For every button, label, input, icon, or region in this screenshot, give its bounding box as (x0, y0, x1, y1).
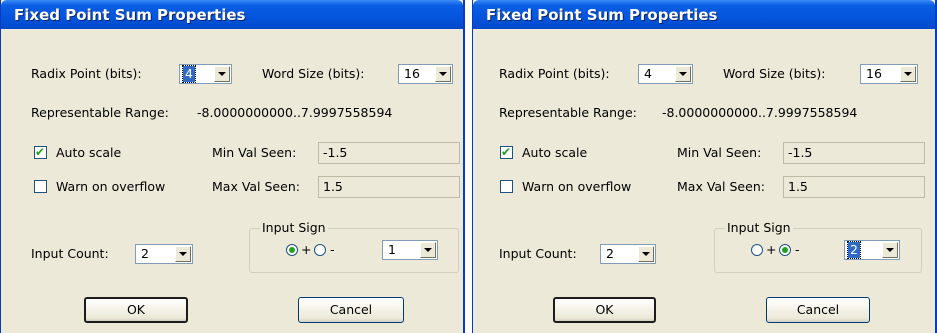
max-val-seen-field: 1.5 (783, 176, 925, 198)
plus-radio[interactable] (286, 244, 298, 256)
warn-on-overflow-label[interactable]: Warn on overflow (56, 179, 165, 195)
auto-scale-label[interactable]: Auto scale (56, 145, 121, 161)
input-count-value: 2 (606, 246, 614, 261)
minus-label: - (795, 242, 800, 257)
chevron-down-icon[interactable] (175, 246, 191, 262)
radix-point-value: 4 (644, 66, 652, 81)
chevron-down-icon[interactable] (900, 66, 916, 82)
ok-button[interactable]: OK (84, 297, 188, 323)
word-size-label: Word Size (bits): (723, 66, 826, 81)
auto-scale-checkbox[interactable]: ✔ (500, 145, 513, 159)
dialog-title: Fixed Point Sum Properties (486, 6, 718, 24)
auto-scale-checkbox[interactable]: ✔ (34, 145, 47, 159)
chevron-down-icon[interactable] (214, 66, 230, 82)
input-count-value: 2 (141, 246, 149, 261)
input-count-label: Input Count: (31, 246, 109, 261)
input-sign-group: Input Sign + - 2 (714, 220, 922, 273)
warn-on-overflow-checkbox[interactable] (34, 180, 47, 193)
min-val-seen-label: Min Val Seen: (677, 145, 762, 160)
check-mark-icon: ✔ (35, 145, 46, 159)
sign-input-value: 2 (847, 241, 861, 259)
radix-point-value: 4 (182, 65, 196, 83)
word-size-combo[interactable]: 16 (398, 64, 453, 84)
min-val-seen-field: -1.5 (783, 142, 925, 164)
warn-on-overflow-label[interactable]: Warn on overflow (522, 179, 631, 195)
title-bar[interactable]: Fixed Point Sum Properties (1, 0, 463, 29)
cancel-button[interactable]: Cancel (766, 297, 870, 323)
word-size-combo[interactable]: 16 (860, 64, 918, 84)
check-mark-icon: ✔ (501, 145, 512, 159)
input-count-combo[interactable]: 2 (135, 244, 193, 264)
fixed-point-sum-dialog: Fixed Point Sum Properties Radix Point (… (472, 0, 937, 333)
representable-range-label: Representable Range: (499, 105, 637, 120)
min-val-seen-field: -1.5 (318, 142, 460, 164)
chevron-down-icon[interactable] (420, 242, 436, 258)
radix-point-label: Radix Point (bits): (499, 66, 610, 81)
minus-radio[interactable] (314, 244, 326, 256)
radix-point-label: Radix Point (bits): (31, 66, 142, 81)
sign-input-value: 1 (388, 242, 396, 257)
input-sign-label: Input Sign (260, 220, 328, 236)
sign-input-combo[interactable]: 2 (844, 240, 900, 260)
ok-button[interactable]: OK (553, 297, 656, 323)
title-bar[interactable]: Fixed Point Sum Properties (473, 0, 935, 29)
word-size-value: 16 (404, 66, 420, 81)
minus-radio[interactable] (779, 244, 791, 256)
cancel-button[interactable]: Cancel (298, 297, 404, 323)
dialog-title: Fixed Point Sum Properties (14, 6, 246, 24)
max-val-seen-field: 1.5 (318, 176, 460, 198)
representable-range-label: Representable Range: (31, 105, 169, 120)
plus-label: + (766, 242, 777, 257)
representable-range-value: -8.0000000000..7.9997558594 (197, 105, 393, 120)
chevron-down-icon[interactable] (882, 242, 898, 258)
minus-label: - (330, 242, 335, 257)
chevron-down-icon[interactable] (435, 66, 451, 82)
max-val-seen-value: 1.5 (788, 179, 808, 194)
warn-on-overflow-checkbox[interactable] (500, 180, 513, 193)
max-val-seen-label: Max Val Seen: (677, 179, 765, 194)
radix-point-combo[interactable]: 4 (179, 64, 232, 84)
plus-label: + (301, 242, 312, 257)
min-val-seen-label: Min Val Seen: (212, 145, 297, 160)
max-val-seen-value: 1.5 (323, 179, 343, 194)
min-val-seen-value: -1.5 (323, 145, 348, 160)
min-val-seen-value: -1.5 (788, 145, 813, 160)
radix-point-combo[interactable]: 4 (638, 64, 693, 84)
representable-range-value: -8.0000000000..7.9997558594 (662, 105, 858, 120)
max-val-seen-label: Max Val Seen: (212, 179, 300, 194)
word-size-label: Word Size (bits): (262, 66, 365, 81)
input-count-combo[interactable]: 2 (600, 244, 656, 264)
input-count-label: Input Count: (499, 246, 577, 261)
chevron-down-icon[interactable] (638, 246, 654, 262)
input-sign-label: Input Sign (725, 220, 793, 236)
chevron-down-icon[interactable] (675, 66, 691, 82)
fixed-point-sum-dialog: Fixed Point Sum Properties Radix Point (… (0, 0, 465, 333)
plus-radio[interactable] (751, 244, 763, 256)
word-size-value: 16 (866, 66, 882, 81)
auto-scale-label[interactable]: Auto scale (522, 145, 587, 161)
sign-input-combo[interactable]: 1 (382, 240, 438, 260)
input-sign-group: Input Sign + - 1 (249, 220, 459, 273)
